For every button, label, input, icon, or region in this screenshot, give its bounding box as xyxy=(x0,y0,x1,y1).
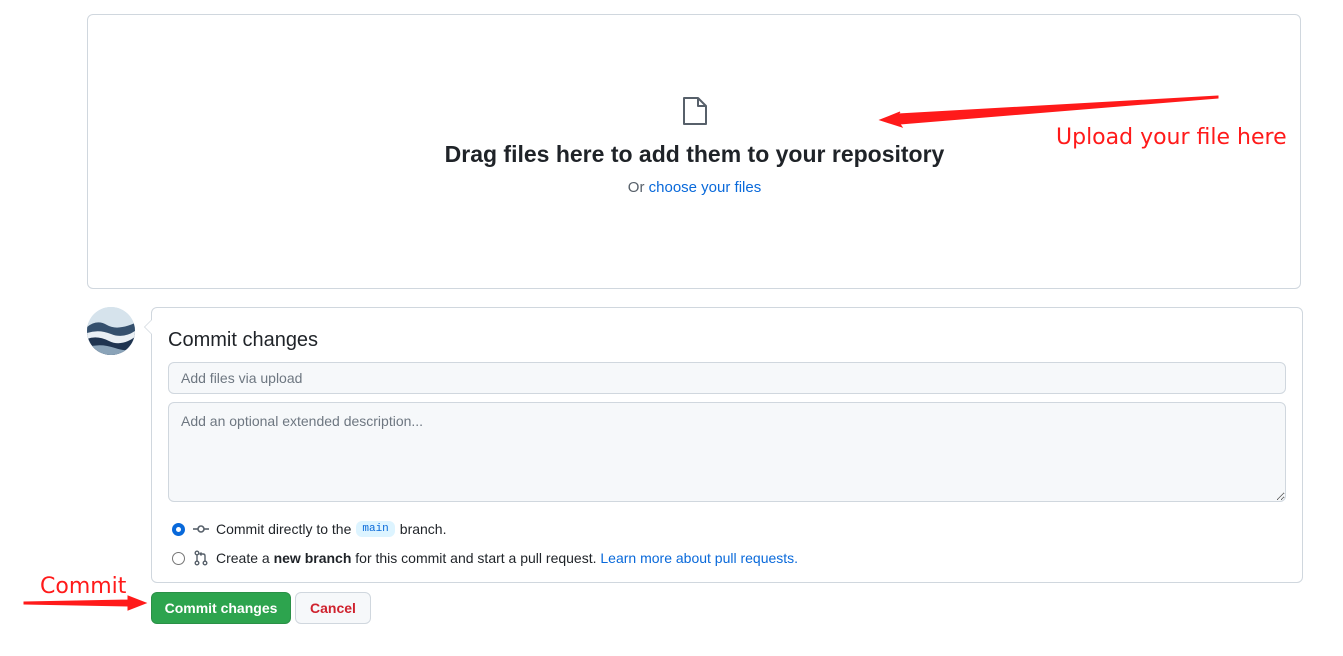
commit-description-input[interactable] xyxy=(168,402,1286,502)
commit-annotation-label: Commit xyxy=(40,574,127,599)
commit-direct-text: Commit directly to the xyxy=(216,521,352,537)
git-commit-icon xyxy=(193,525,209,533)
upload-annotation-label: Upload your file here xyxy=(1056,125,1287,150)
new-branch-option[interactable]: Create a new branch for this commit and … xyxy=(172,548,798,568)
git-pull-request-icon xyxy=(194,550,208,566)
new-branch-text-after: for this commit and start a pull request… xyxy=(355,550,597,566)
dropzone-subtitle-prefix: Or xyxy=(627,179,645,196)
learn-more-pr-link[interactable]: Learn more about pull requests. xyxy=(600,550,798,566)
new-branch-text-bold: new branch xyxy=(273,550,352,566)
file-icon xyxy=(683,97,707,125)
commit-changes-button[interactable]: Commit changes xyxy=(151,592,291,624)
new-branch-radio[interactable] xyxy=(172,551,185,565)
speech-caret-inner xyxy=(145,319,153,335)
choose-files-link[interactable]: choose your files xyxy=(649,179,762,196)
dropzone-subtitle: Or choose your files xyxy=(0,179,1343,196)
commit-direct-radio[interactable] xyxy=(172,522,185,536)
commit-direct-text-after: branch. xyxy=(399,521,447,537)
commit-direct-option[interactable]: Commit directly to the main branch. xyxy=(172,519,446,539)
new-branch-text-create: Create a xyxy=(216,550,270,566)
branch-name: main xyxy=(356,521,395,537)
cancel-button[interactable]: Cancel xyxy=(295,592,371,624)
avatar xyxy=(87,307,135,355)
commit-form: Commit changes Commit directly to the ma… xyxy=(144,307,1303,583)
commit-summary-input[interactable] xyxy=(168,362,1286,394)
commit-form-title: Commit changes xyxy=(168,329,319,351)
